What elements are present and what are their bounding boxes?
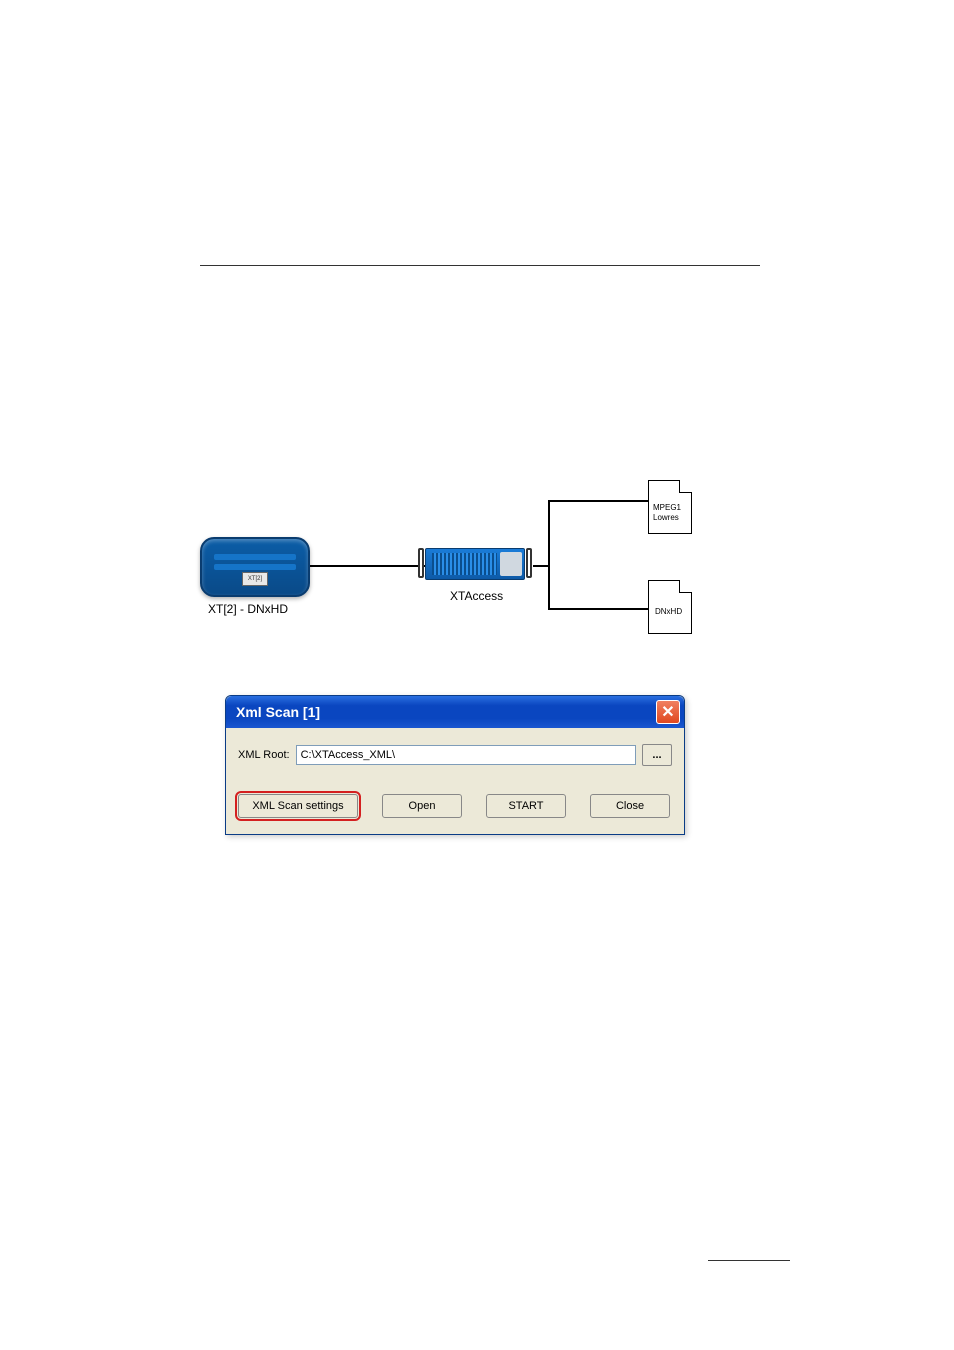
xml-root-label: XML Root: xyxy=(238,749,290,761)
xml-scan-settings-button[interactable]: XML Scan settings xyxy=(238,794,358,818)
xtaccess-caption: XTAccess xyxy=(450,589,503,603)
dialog-titlebar[interactable]: Xml Scan [1] ✕ xyxy=(226,696,684,728)
xta-handle xyxy=(526,548,532,578)
xml-root-row: XML Root: ... xyxy=(238,744,672,766)
xml-scan-dialog: Xml Scan [1] ✕ XML Root: ... XML Scan se… xyxy=(225,695,685,835)
open-button[interactable]: Open xyxy=(382,794,462,818)
connector-line xyxy=(533,565,548,567)
file-dnxhd-icon: DNxHD xyxy=(648,580,692,634)
file-label: DNxHD xyxy=(655,607,682,617)
button-row: XML Scan settings Open START Close xyxy=(238,794,672,818)
xt2-chip-label: XT[2] xyxy=(242,572,268,586)
xt2-device-graphic xyxy=(200,537,310,597)
xt2-caption: XT[2] - DNxHD xyxy=(208,602,288,616)
xta-grille xyxy=(432,553,497,575)
xta-handle xyxy=(418,548,424,578)
dialog-title: Xml Scan [1] xyxy=(236,704,656,720)
close-button[interactable]: Close xyxy=(590,794,670,818)
connector-line xyxy=(310,565,425,567)
start-button[interactable]: START xyxy=(486,794,566,818)
connector-line xyxy=(548,500,648,502)
page-rule xyxy=(708,1260,790,1261)
connector-line xyxy=(548,608,648,610)
dialog-body: XML Root: ... XML Scan settings Open STA… xyxy=(226,728,684,834)
xta-panel xyxy=(500,552,522,576)
connector-line xyxy=(548,500,550,610)
xml-root-input[interactable] xyxy=(296,745,636,765)
browse-button[interactable]: ... xyxy=(642,744,672,766)
file-mpeg-icon: MPEG1 Lowres xyxy=(648,480,692,534)
close-icon[interactable]: ✕ xyxy=(656,700,680,724)
section-rule xyxy=(200,265,760,266)
workflow-diagram: XT[2] XT[2] - DNxHD XTAccess MPEG1 Lowre… xyxy=(200,480,710,630)
file-label: MPEG1 Lowres xyxy=(653,503,681,523)
